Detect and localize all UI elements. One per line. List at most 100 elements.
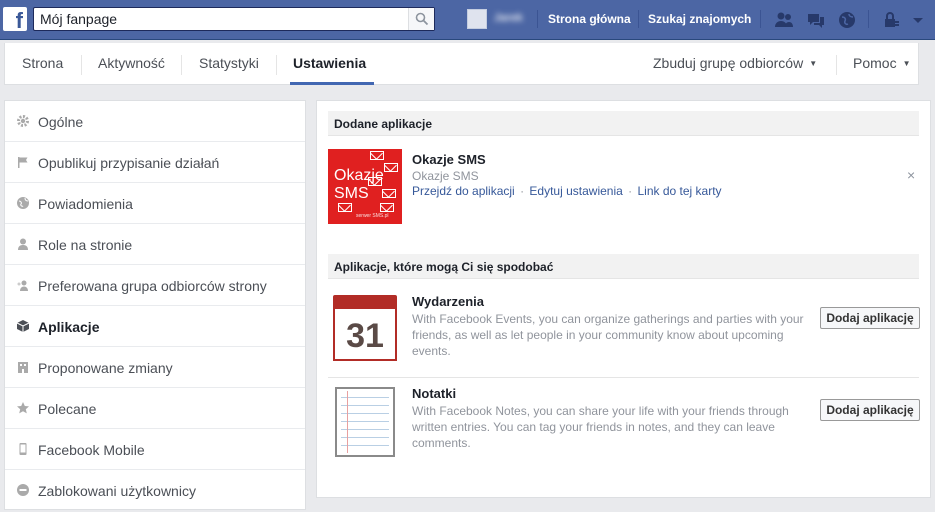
calendar-top	[333, 295, 397, 309]
apps-panel: Dodane aplikacje Okazje SMS serwer SMS.p…	[316, 100, 931, 498]
sidebar-item-label: Aplikacje	[38, 319, 100, 335]
thumb-brand: serwer SMS.pl	[356, 213, 389, 219]
find-friends-link[interactable]: Szukaj znajomych	[648, 12, 751, 26]
link-to-tab-link[interactable]: Link do tej karty	[637, 184, 721, 198]
sidebar-item-ogolne[interactable]: Ogólne	[5, 101, 305, 142]
note-line	[341, 405, 389, 406]
row-divider	[328, 377, 919, 378]
link-separator: ·	[520, 184, 525, 198]
star-icon	[17, 402, 29, 414]
go-to-app-link[interactable]: Przejdź do aplikacji	[412, 184, 515, 198]
chevron-down-icon: ▼	[902, 59, 911, 68]
sidebar-item-label: Preferowana grupa odbiorców strony	[38, 278, 267, 294]
notes-icon	[335, 387, 395, 457]
tab-aktywnosc[interactable]: Aktywność	[98, 55, 165, 71]
sidebar-item-label: Role na stronie	[38, 237, 133, 253]
suggested-apps-header: Aplikacje, które mogą Ci się spodobać	[328, 254, 919, 279]
sidebar-item-facebook-mobile[interactable]: Facebook Mobile	[5, 429, 305, 470]
close-icon[interactable]: ×	[907, 167, 915, 183]
sidebar-item-label: Opublikuj przypisanie działań	[38, 155, 220, 171]
note-line	[341, 413, 389, 414]
link-separator: ·	[628, 184, 633, 198]
tab-statystyki[interactable]: Statystyki	[199, 55, 259, 71]
envelope-icon	[368, 177, 382, 186]
note-line	[341, 421, 389, 422]
tab-divider	[181, 55, 182, 75]
envelope-icon	[370, 151, 384, 160]
add-app-button[interactable]: Dodaj aplikację	[820, 399, 920, 421]
okazje-sms-thumbnail[interactable]: Okazje SMS serwer SMS.pl	[328, 149, 402, 224]
sidebar-item-label: Zablokowani użytkownicy	[38, 483, 196, 499]
envelope-icon	[338, 203, 352, 212]
nav-divider	[638, 10, 639, 28]
messages-icon[interactable]	[805, 9, 827, 31]
app-title[interactable]: Okazje SMS	[412, 152, 486, 167]
chevron-down-icon: ▼	[809, 59, 818, 68]
notifications-globe-icon[interactable]	[836, 9, 858, 31]
audience-icon	[17, 280, 28, 291]
tab-ustawienia[interactable]: Ustawienia	[293, 55, 366, 71]
sidebar-item-label: Proponowane zmiany	[38, 360, 173, 376]
search-icon	[415, 12, 429, 26]
added-apps-header: Dodane aplikacje	[328, 111, 919, 136]
cube-icon	[16, 320, 30, 332]
nav-divider	[760, 10, 761, 28]
tab-strona[interactable]: Strona	[22, 55, 63, 71]
build-audience-label: Zbuduj grupę odbiorców	[653, 55, 804, 71]
calendar-icon: 31	[333, 295, 397, 361]
tab-divider	[81, 55, 82, 75]
sidebar-item-opublikuj[interactable]: Opublikuj przypisanie działań	[5, 142, 305, 183]
blocked-icon	[17, 484, 29, 496]
phone-icon	[19, 443, 27, 455]
top-bar: f Jarek Strona główna Szukaj znajomych	[0, 0, 935, 40]
sidebar-item-label: Powiadomienia	[38, 196, 133, 212]
facebook-logo[interactable]: f	[3, 7, 27, 31]
user-name[interactable]: Jarek	[494, 12, 530, 26]
note-line	[341, 437, 389, 438]
edit-settings-link[interactable]: Edytuj ustawienia	[529, 184, 622, 198]
friends-icon[interactable]	[773, 9, 795, 31]
sidebar-item-aplikacje[interactable]: Aplikacje	[5, 306, 305, 347]
note-margin	[347, 391, 348, 453]
build-audience-menu[interactable]: Zbuduj grupę odbiorców ▼	[653, 55, 817, 71]
app-description: With Facebook Events, you can organize g…	[412, 312, 804, 358]
tab-divider	[276, 55, 277, 75]
sidebar-item-proponowane-zmiany[interactable]: Proponowane zmiany	[5, 347, 305, 388]
calendar-body: 31	[333, 309, 397, 361]
account-menu-icon[interactable]	[907, 9, 929, 31]
note-line	[341, 397, 389, 398]
sidebar-item-polecane[interactable]: Polecane	[5, 388, 305, 429]
sidebar-item-zablokowani[interactable]: Zablokowani użytkownicy	[5, 470, 305, 511]
settings-sidebar: Ogólne Opublikuj przypisanie działań Pow…	[4, 100, 306, 510]
envelope-icon	[382, 189, 396, 198]
add-app-button[interactable]: Dodaj aplikację	[820, 307, 920, 329]
envelope-icon	[380, 203, 394, 212]
sidebar-item-label: Polecane	[38, 401, 97, 417]
privacy-lock-icon[interactable]	[880, 9, 902, 31]
flag-icon	[18, 157, 28, 168]
search-box	[33, 7, 435, 31]
app-description: With Facebook Notes, you can share your …	[412, 404, 789, 450]
globe-icon	[17, 197, 29, 209]
app-title[interactable]: Wydarzenia	[412, 294, 484, 309]
note-line	[341, 445, 389, 446]
help-label: Pomoc	[853, 55, 897, 71]
person-icon	[18, 238, 28, 250]
app-links: Przejdź do aplikacji · Edytuj ustawienia…	[412, 184, 722, 198]
avatar[interactable]	[467, 9, 487, 29]
nav-divider	[537, 10, 538, 28]
search-input[interactable]	[34, 8, 408, 30]
sidebar-item-label: Facebook Mobile	[38, 442, 145, 458]
page-tabs-bar: Strona Aktywność Statystyki Ustawienia Z…	[4, 43, 919, 85]
nav-divider	[868, 10, 869, 28]
help-menu[interactable]: Pomoc ▼	[853, 55, 911, 71]
search-button[interactable]	[408, 8, 434, 30]
envelope-icon	[384, 163, 398, 172]
home-link[interactable]: Strona główna	[548, 12, 631, 26]
thumb-text: SMS	[334, 185, 369, 202]
sidebar-item-role[interactable]: Role na stronie	[5, 224, 305, 265]
app-title[interactable]: Notatki	[412, 386, 456, 401]
sidebar-item-preferowana-grupa[interactable]: Preferowana grupa odbiorców strony	[5, 265, 305, 306]
sidebar-item-powiadomienia[interactable]: Powiadomienia	[5, 183, 305, 224]
calendar-day: 31	[346, 317, 384, 355]
